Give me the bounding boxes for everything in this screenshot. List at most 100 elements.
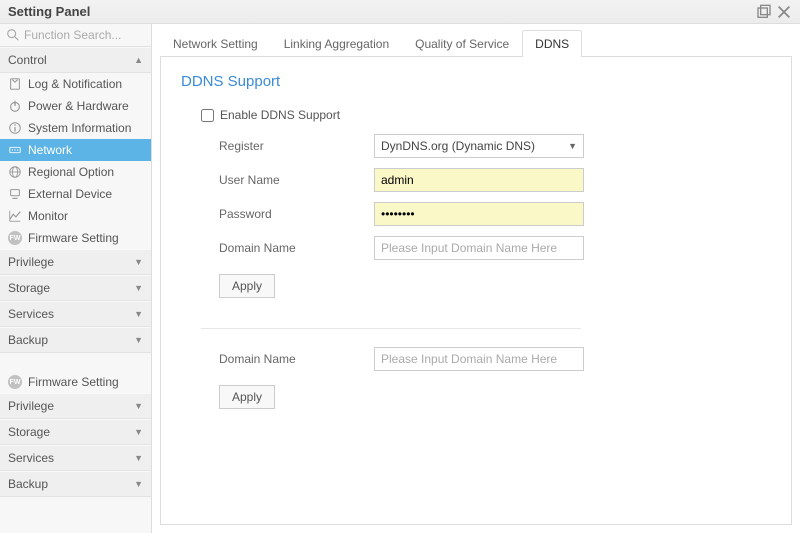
chevron-up-icon: ▲ [134,55,143,65]
enable-ddns-label: Enable DDNS Support [220,108,340,122]
sidebar-header-backup[interactable]: Backup ▼ [0,327,151,353]
register-row: Register DynDNS.org (Dynamic DNS) ▼ [201,134,771,158]
device-icon [8,187,22,201]
chart-icon [8,209,22,223]
sidebar-header-storage-2[interactable]: Storage ▼ [0,419,151,445]
sidebar-header-label: Backup [8,477,48,491]
apply-button[interactable]: Apply [219,274,275,298]
domain-row-2: Domain Name [201,347,771,371]
clipboard-icon [8,77,22,91]
chevron-down-icon: ▼ [134,479,143,489]
main: Network Setting Linking Aggregation Qual… [152,24,800,533]
sidebar-header-backup-2[interactable]: Backup ▼ [0,471,151,497]
domain-input-2[interactable] [374,347,584,371]
sidebar-item-label: Log & Notification [28,77,122,91]
window-title: Setting Panel [8,4,752,19]
domain-input[interactable] [374,236,584,260]
divider [201,328,581,329]
sidebar-header-label: Control [8,53,47,67]
sidebar: Control ▲ Log & Notification Power & Har… [0,24,152,533]
tab-linking-aggregation[interactable]: Linking Aggregation [271,30,402,57]
sidebar-header-privilege-2[interactable]: Privilege ▼ [0,393,151,419]
close-icon[interactable] [776,4,792,20]
firmware-icon: FW [8,375,22,389]
sidebar-header-label: Privilege [8,255,54,269]
chevron-down-icon: ▼ [134,427,143,437]
tab-label: DDNS [535,37,569,51]
username-row: User Name [201,168,771,192]
tab-label: Linking Aggregation [284,37,389,51]
sidebar-header-privilege[interactable]: Privilege ▼ [0,249,151,275]
password-label: Password [219,207,374,221]
tab-network-setting[interactable]: Network Setting [160,30,271,57]
power-icon [8,99,22,113]
globe-icon [8,165,22,179]
ddns-form-2: Domain Name Apply [181,347,771,409]
sidebar-item-system-info[interactable]: System Information [0,117,151,139]
chevron-down-icon: ▼ [568,141,577,151]
sidebar-list[interactable]: Control ▲ Log & Notification Power & Har… [0,47,151,533]
sidebar-item-label: Network [28,143,72,157]
register-value: DynDNS.org (Dynamic DNS) [381,139,535,153]
restore-icon[interactable] [756,4,772,20]
search-icon [6,28,20,42]
ddns-form-1: Enable DDNS Support Register DynDNS.org … [181,108,771,298]
network-icon [8,143,22,157]
sidebar-header-label: Services [8,307,54,321]
domain-label: Domain Name [219,241,374,255]
apply-label: Apply [232,390,262,404]
sidebar-item-label: System Information [28,121,131,135]
sidebar-item-label: External Device [28,187,112,201]
password-input[interactable] [374,202,584,226]
tabs: Network Setting Linking Aggregation Qual… [160,29,792,57]
info-icon [8,121,22,135]
settings-window: Setting Panel Control ▲ [0,0,800,533]
sidebar-item-monitor[interactable]: Monitor [0,205,151,227]
domain-label: Domain Name [219,352,374,366]
search-input[interactable] [24,28,145,42]
sidebar-item-label: Power & Hardware [28,99,129,113]
sidebar-item-firmware[interactable]: FW Firmware Setting [0,227,151,249]
tab-qos[interactable]: Quality of Service [402,30,522,57]
domain-row: Domain Name [201,236,771,260]
firmware-icon: FW [8,231,22,245]
sidebar-header-storage[interactable]: Storage ▼ [0,275,151,301]
chevron-down-icon: ▼ [134,309,143,319]
sidebar-header-label: Privilege [8,399,54,413]
sidebar-item-label: Firmware Setting [28,231,119,245]
body: Control ▲ Log & Notification Power & Har… [0,24,800,533]
sidebar-header-services[interactable]: Services ▼ [0,301,151,327]
enable-ddns-checkbox[interactable] [201,109,214,122]
sidebar-header-label: Backup [8,333,48,347]
sidebar-item-firmware-2[interactable]: FW Firmware Setting [0,371,151,393]
chevron-down-icon: ▼ [134,401,143,411]
chevron-down-icon: ▼ [134,283,143,293]
ddns-panel: DDNS Support Enable DDNS Support Registe… [160,57,792,525]
sidebar-item-label: Firmware Setting [28,375,119,389]
sidebar-item-external-device[interactable]: External Device [0,183,151,205]
sidebar-header-label: Services [8,451,54,465]
username-input[interactable] [374,168,584,192]
sidebar-header-label: Storage [8,425,50,439]
tab-label: Quality of Service [415,37,509,51]
search-box[interactable] [0,24,151,47]
register-select[interactable]: DynDNS.org (Dynamic DNS) ▼ [374,134,584,158]
sidebar-item-power[interactable]: Power & Hardware [0,95,151,117]
chevron-down-icon: ▼ [134,335,143,345]
chevron-down-icon: ▼ [134,257,143,267]
password-row: Password [201,202,771,226]
enable-ddns-row: Enable DDNS Support [201,108,771,122]
sidebar-item-network[interactable]: Network [0,139,151,161]
sidebar-item-regional[interactable]: Regional Option [0,161,151,183]
sidebar-header-label: Storage [8,281,50,295]
tab-ddns[interactable]: DDNS [522,30,582,57]
register-label: Register [219,139,374,153]
apply-button-2[interactable]: Apply [219,385,275,409]
username-label: User Name [219,173,374,187]
titlebar: Setting Panel [0,0,800,24]
apply-label: Apply [232,279,262,293]
tab-label: Network Setting [173,37,258,51]
sidebar-header-services-2[interactable]: Services ▼ [0,445,151,471]
sidebar-item-log[interactable]: Log & Notification [0,73,151,95]
sidebar-header-control[interactable]: Control ▲ [0,47,151,73]
